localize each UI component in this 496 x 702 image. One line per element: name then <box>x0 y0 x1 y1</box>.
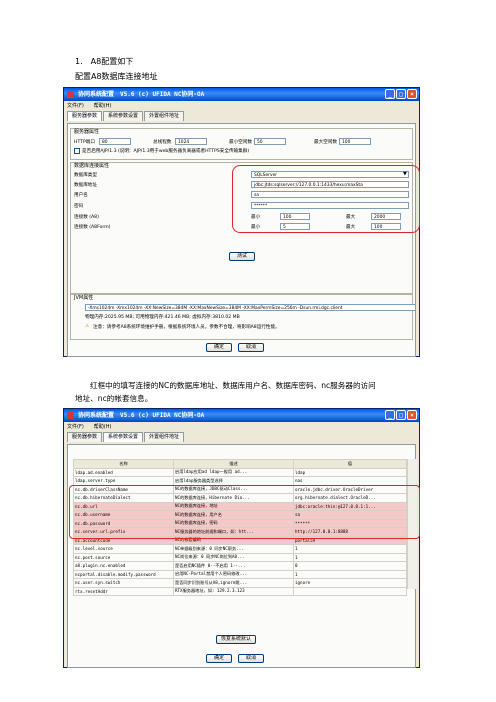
total-threads-label: 总线程数 <box>153 140 172 145</box>
table-row[interactable]: a8.plugin.nc.enabled 是否启用NC插件 0--不启用 1--.… <box>73 561 407 571</box>
tab-system-params[interactable]: 系统参数设置 <box>103 111 144 121</box>
cell-value[interactable]: 1 <box>293 544 407 554</box>
menu-file[interactable]: 文件(F) <box>67 101 84 111</box>
max-idle-label: 最大空闲数 <box>314 140 337 145</box>
tab-system-params[interactable]: 系统参数设置 <box>103 432 144 442</box>
warning-icon: ⚠ <box>85 324 90 329</box>
server-group-title: 服务器属性 <box>74 129 100 135</box>
cancel-button[interactable]: 取消 <box>238 343 264 352</box>
close-button[interactable]: × <box>407 89 417 99</box>
cell-name: nc.user.syn.switch <box>73 578 174 588</box>
minimize-button[interactable]: _ <box>385 410 395 420</box>
jvm-args-input[interactable]: -Xms1024m -Xmx1024m -XX:NewSize=384M -XX… <box>85 304 416 311</box>
window-title: 协同系统配置 V5.6 (c) UFIDA NC协同-OA <box>78 412 205 419</box>
table-row[interactable]: ldap.ad.enabled 启用ldap应用ad ldap一般用 ad... l… <box>73 467 407 477</box>
maximize-button[interactable]: □ <box>396 89 406 99</box>
db-type-label: 数据库类型 <box>74 173 97 178</box>
step-heading: 1. A8配置如下 <box>75 57 134 66</box>
cell-desc: 启用ldap应用ad ldap一般用 ad... <box>173 467 294 477</box>
close-button[interactable]: × <box>407 410 417 420</box>
cell-value[interactable] <box>293 586 407 596</box>
column-header-desc[interactable]: 描述 <box>173 459 294 469</box>
nc-params-highlight-box <box>69 485 420 539</box>
jvm-note: 注意：请参考A8系统环境维护手册，根据系统环境人员，参数不合理，将影响A8运行性… <box>93 325 280 330</box>
cell-desc: NC单据级别来源：0 同步NC职务... <box>173 544 294 554</box>
table-row[interactable]: ldap.server.type 启用ldap服务器类型选择 nas <box>73 476 407 486</box>
title-bar: 协同系统配置 V5.6 (c) UFIDA NC协同-OA _ □ × <box>64 409 419 422</box>
column-header-name[interactable]: 名称 <box>73 459 174 469</box>
db-user-label: 用户名 <box>74 193 88 198</box>
cell-name: ldap.server.type <box>73 476 174 486</box>
maximize-button[interactable]: □ <box>396 410 406 420</box>
window-title: 协同系统配置 V5.6 (c) UFIDA NC协同-OA <box>78 91 205 98</box>
tab-server-params[interactable]: 服务器参数 <box>67 432 103 442</box>
cell-name: rtx.resetAddr <box>73 586 174 596</box>
table-row[interactable]: nc.level.source NC单据级别来源：0 同步NC职务... 1 <box>73 544 407 554</box>
menu-help[interactable]: 帮助(H) <box>94 101 112 111</box>
ajp-checkbox[interactable] <box>74 148 80 154</box>
tab-panel: 服务器属性 HTTP端口 80 总线程数 1024 最小空闲数 50 最大空闲数… <box>67 123 416 357</box>
cell-desc: 是否启用NC插件 0--不启用 1--... <box>173 561 294 571</box>
tab-panel: 名称 描述 值 ldap.ad.enabled 启用ldap应用ad ldap一般… <box>67 444 417 668</box>
tab-external-addr[interactable]: 外置组件地址 <box>144 111 185 121</box>
cell-value[interactable]: 1 <box>293 569 407 579</box>
cell-value[interactable]: ignore <box>293 578 407 588</box>
db-addr-label: 数据库地址 <box>74 183 97 188</box>
ok-button[interactable]: 确定 <box>206 343 232 352</box>
table-row[interactable]: nc.post.source NC岗位来源：0 同步NC岗位到A8... 1 <box>73 552 407 562</box>
conn-form-label: 连接数 (A8Form) <box>74 225 111 230</box>
min-idle-input[interactable]: 50 <box>254 138 286 145</box>
max-idle-input[interactable]: 100 <box>339 138 371 145</box>
instruction-line-1: 红框中的填写连接的NC的数据库地址、数据库用户名、数据库密码、nc服务器的访问 <box>90 381 376 390</box>
jvm-group: JVM属性 -Xms1024m -Xmx1024m -XX:NewSize=38… <box>70 294 416 340</box>
total-threads-input[interactable]: 1024 <box>175 138 207 145</box>
table-row[interactable]: ncportal.disable.modify.password 启用NC-Por… <box>73 569 407 579</box>
conn-a8-label: 连接数 (A8) <box>74 215 99 220</box>
tab-external-addr[interactable]: 外置组件地址 <box>144 432 185 442</box>
app-icon <box>67 91 74 98</box>
ajp-label: 是否启用AJP/1.3 (说明：AJP/1.3用于web服务器负离器或者HTTP… <box>82 149 250 154</box>
cell-value[interactable]: 0 <box>293 561 407 571</box>
restore-defaults-button[interactable]: 恢复系统默认 <box>216 635 256 644</box>
cell-name: a8.plugin.nc.enabled <box>73 561 174 571</box>
db-highlight-box <box>232 165 420 233</box>
db-pwd-label: 密码 <box>74 204 84 209</box>
cell-name: ldap.ad.enabled <box>73 467 174 477</box>
jvm-group-title: JVM属性 <box>74 295 94 301</box>
cell-desc: 启用ldap服务器类型选择 <box>173 476 294 486</box>
test-button[interactable]: 测试 <box>229 252 255 261</box>
cell-value[interactable]: 1 <box>293 552 407 562</box>
tab-server-params[interactable]: 服务器参数 <box>67 111 103 121</box>
table-row[interactable]: nc.user.syn.switch 是否同步识别账号从A8,ignore跳...… <box>73 578 407 588</box>
cell-name: nc.level.source <box>73 544 174 554</box>
cell-value[interactable]: nas <box>293 476 407 486</box>
menu-help[interactable]: 帮助(H) <box>94 422 112 432</box>
column-header-value[interactable]: 值 <box>293 459 407 469</box>
instruction-line-2: 地址、nc的帐套信息。 <box>75 394 153 403</box>
server-group: 服务器属性 HTTP端口 80 总线程数 1024 最小空闲数 50 最大空闲数… <box>70 128 413 160</box>
menu-file[interactable]: 文件(F) <box>67 422 84 432</box>
memory-info: 物理内存:2025.95 MB; 可用物理内存:421.46 MB; 虚拟内存:… <box>85 315 240 320</box>
cell-desc: 是否同步识别账号从A8,ignore跳... <box>173 578 294 588</box>
app-icon <box>67 412 74 419</box>
cell-value[interactable]: ldap <box>293 467 407 477</box>
table-row[interactable]: rtx.resetAddr RTX服务器地址，如: 129.2.3.123 <box>73 586 407 596</box>
step-subheading: 配置A8数据库连接地址 <box>75 72 158 81</box>
http-port-label: HTTP端口 <box>74 140 95 145</box>
cell-desc: 启用NC-Portal禁用个人密码修改... <box>173 569 294 579</box>
min-idle-label: 最小空闲数 <box>229 140 252 145</box>
cancel-button[interactable]: 取消 <box>238 654 264 663</box>
minimize-button[interactable]: _ <box>385 89 395 99</box>
ok-button[interactable]: 确定 <box>206 654 232 663</box>
db-group-title: 数据库连接属性 <box>74 163 110 169</box>
cell-name: nc.post.source <box>73 552 174 562</box>
cell-desc: RTX服务器地址，如: 129.2.3.123 <box>173 586 294 596</box>
cell-name: ncportal.disable.modify.password <box>73 569 174 579</box>
title-bar: 协同系统配置 V5.6 (c) UFIDA NC协同-OA _ □ × <box>64 88 419 101</box>
cell-desc: NC岗位来源：0 同步NC岗位到A8... <box>173 552 294 562</box>
http-port-input[interactable]: 80 <box>99 138 131 145</box>
